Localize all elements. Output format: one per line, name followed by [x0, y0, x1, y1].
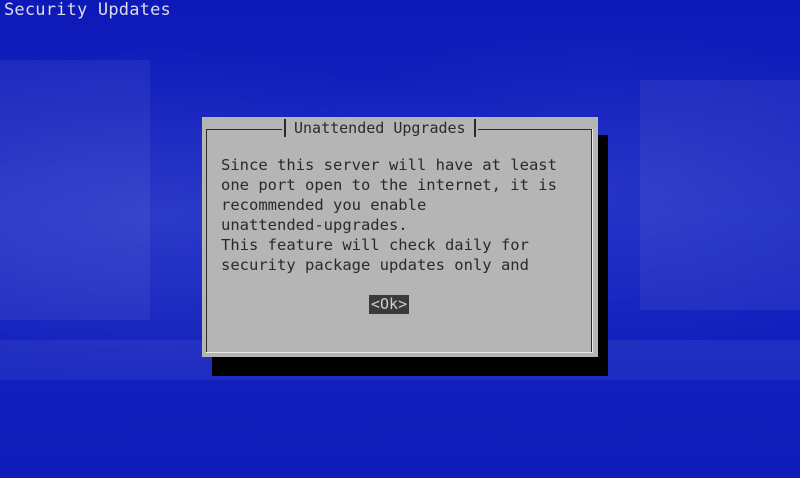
dialog-message: Since this server will have at least one…: [221, 155, 591, 275]
message-line: unattended-upgrades.: [221, 216, 408, 234]
title-right-bracket: [473, 119, 476, 137]
message-line: This feature will check daily for: [221, 236, 529, 254]
dialog-title: Unattended Upgrades: [294, 119, 466, 137]
background-shape: [640, 80, 800, 310]
message-line: Since this server will have at least: [221, 156, 557, 174]
ok-button[interactable]: <Ok>: [369, 295, 410, 314]
background-shape: [0, 60, 150, 320]
message-line: recommended you enable: [221, 196, 427, 214]
dialog-frame-highlight: [592, 129, 593, 353]
dialog-title-bar: Unattended Upgrades: [282, 117, 478, 139]
terminal-screen: Security Updates Unattended Upgrades Sin…: [0, 0, 800, 478]
message-line: one port open to the internet, it is: [221, 176, 557, 194]
message-line: security package updates only and: [221, 256, 529, 274]
unattended-upgrades-dialog: Unattended Upgrades Since this server wi…: [202, 117, 598, 357]
screen-title: Security Updates: [4, 0, 171, 20]
